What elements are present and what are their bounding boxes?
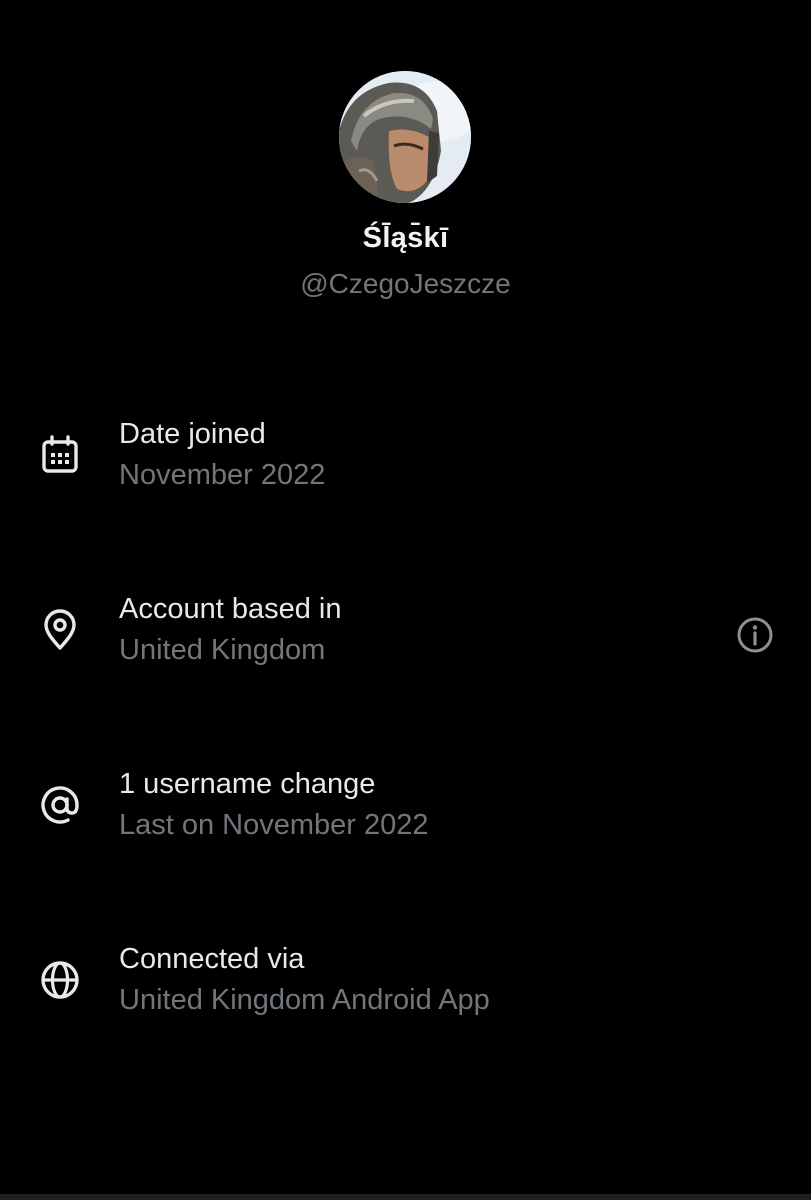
username-change-label: 1 username change	[119, 768, 376, 800]
avatar-image	[339, 71, 471, 203]
username-handle: @CzegoJeszcze	[300, 268, 511, 299]
account-based-in-row: Account based in United Kingdom	[0, 593, 811, 703]
calendar-icon	[36, 431, 84, 479]
account-based-in-value: United Kingdom	[119, 634, 326, 666]
avatar[interactable]	[339, 71, 471, 203]
connected-via-label: Connected via	[119, 943, 305, 975]
account-based-in-label: Account based in	[119, 593, 342, 625]
display-name: Śl̄ąs̄kī	[362, 222, 449, 254]
connected-via-row: Connected via United Kingdom Android App	[0, 943, 811, 1053]
info-icon[interactable]	[733, 613, 777, 657]
date-joined-value: November 2022	[119, 459, 326, 491]
connected-via-value: United Kingdom Android App	[119, 984, 490, 1016]
at-sign-icon	[36, 781, 84, 829]
username-change-value: Last on November 2022	[119, 809, 429, 841]
username-change-row: 1 username change Last on November 2022	[0, 768, 811, 878]
bottom-divider	[0, 1194, 811, 1200]
location-pin-icon	[36, 606, 84, 654]
globe-icon	[36, 956, 84, 1004]
date-joined-row: Date joined November 2022	[0, 418, 811, 528]
about-account-page: Śl̄ąs̄kī @CzegoJeszcze Date joined Novem…	[0, 0, 811, 1200]
date-joined-label: Date joined	[119, 418, 266, 450]
